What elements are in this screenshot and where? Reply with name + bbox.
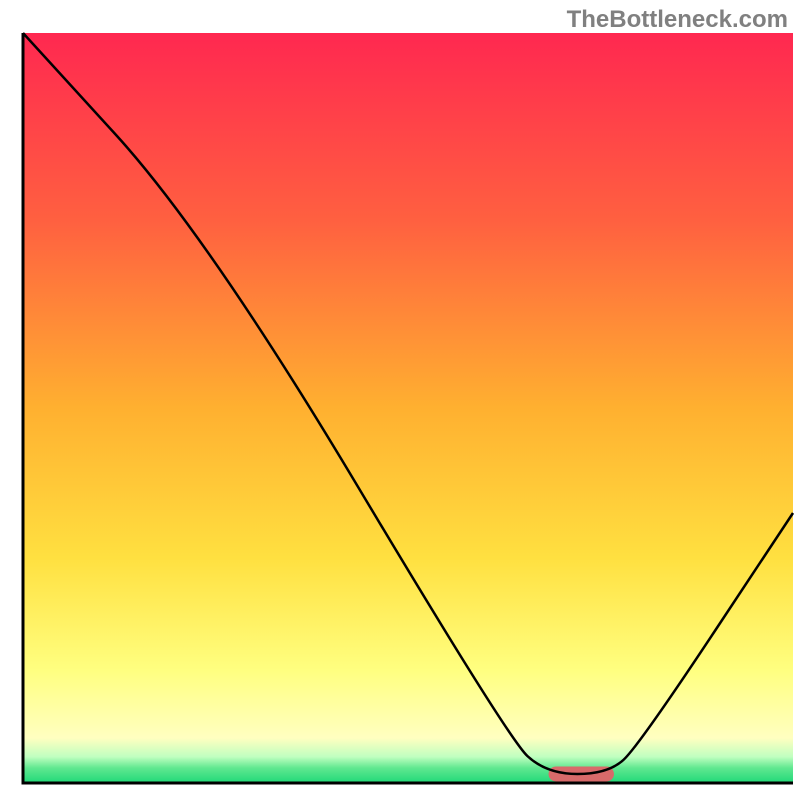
chart-svg: [0, 0, 800, 800]
bottleneck-chart: TheBottleneck.com: [0, 0, 800, 800]
gradient-background: [23, 33, 793, 783]
watermark-text: TheBottleneck.com: [567, 6, 788, 34]
